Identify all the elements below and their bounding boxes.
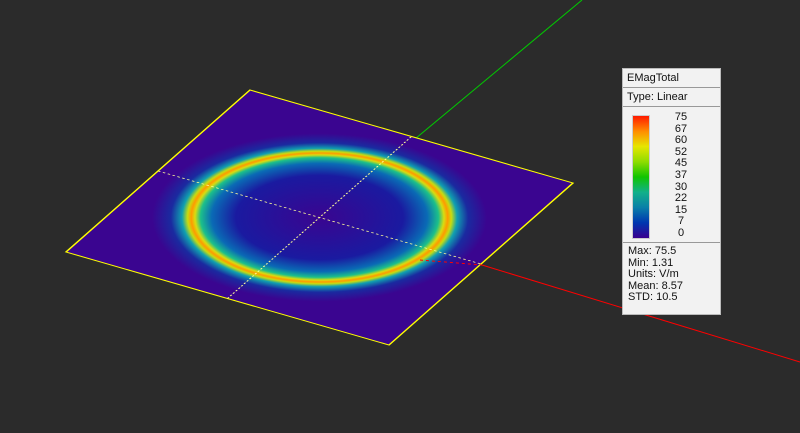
legend-stats: Max: 75.5 Min: 1.31 Units: V/m Mean: 8.5… <box>623 243 720 304</box>
3d-viewport[interactable]: EMagTotal Type: Linear 75 67 60 52 45 37… <box>0 0 800 433</box>
legend-scale: 75 67 60 52 45 37 30 22 15 7 0 <box>623 107 720 243</box>
legend-title: EMagTotal <box>623 69 720 88</box>
color-bar <box>632 115 650 239</box>
stat-units: Units: V/m <box>628 268 679 280</box>
legend-tick: 22 <box>674 192 688 205</box>
color-legend[interactable]: EMagTotal Type: Linear 75 67 60 52 45 37… <box>622 68 721 315</box>
legend-tick: 0 <box>677 226 685 239</box>
stat-max: Max: 75.5 <box>628 245 677 257</box>
legend-scale-type: Type: Linear <box>623 88 720 107</box>
stat-std: STD: 10.5 <box>628 291 678 303</box>
legend-tick: 37 <box>674 168 688 181</box>
legend-tick: 75 <box>674 111 688 123</box>
